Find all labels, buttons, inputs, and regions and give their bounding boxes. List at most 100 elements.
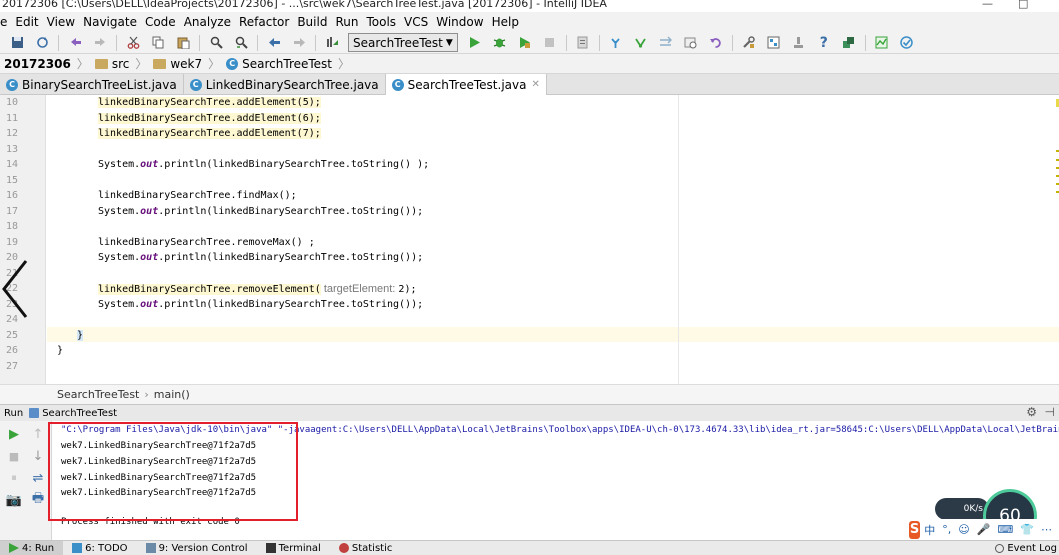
- redo-icon[interactable]: [91, 34, 109, 52]
- scroll-up-icon[interactable]: ↑: [30, 426, 46, 442]
- debug-icon[interactable]: [491, 34, 509, 52]
- dump-threads-icon[interactable]: 📷: [6, 492, 22, 508]
- soft-wrap-icon[interactable]: ⇌: [30, 470, 46, 486]
- tool-tab-statistic[interactable]: Statistic: [330, 541, 402, 555]
- menu-navigate[interactable]: Navigate: [79, 15, 141, 29]
- settings-icon[interactable]: [740, 34, 758, 52]
- menu-build[interactable]: Build: [293, 15, 331, 29]
- tool-tab-terminal[interactable]: Terminal: [257, 541, 330, 555]
- menu-refactor[interactable]: Refactor: [235, 15, 293, 29]
- print-icon[interactable]: 🖶: [30, 491, 46, 508]
- vcs-commit-icon[interactable]: [632, 34, 650, 52]
- stop-icon[interactable]: ■: [6, 448, 22, 464]
- save-icon[interactable]: [8, 34, 26, 52]
- breadcrumb-class[interactable]: SearchTreeTest: [57, 388, 139, 401]
- menu-window[interactable]: Window: [432, 15, 487, 29]
- structure-icon[interactable]: [765, 34, 783, 52]
- nav-file[interactable]: C SearchTreeTest: [222, 54, 336, 74]
- menu-edit[interactable]: Edit: [11, 15, 42, 29]
- code-line-17: System.out.println(linkedBinarySearchTre…: [98, 206, 423, 217]
- menu-vcs[interactable]: VCS: [400, 15, 432, 29]
- code-token: 2);: [398, 284, 417, 295]
- vcs-history-icon[interactable]: [682, 34, 700, 52]
- copy-icon[interactable]: [149, 34, 167, 52]
- run-panel-header: Run SearchTreeTest ⚙ ⊣: [0, 404, 1059, 421]
- run-icon[interactable]: [466, 34, 484, 52]
- scroll-down-icon[interactable]: ↓: [30, 448, 46, 464]
- menu-help[interactable]: Help: [488, 15, 523, 29]
- close-icon[interactable]: ✕: [531, 79, 539, 90]
- code-token: .println(linkedBinarySearchTree.toString…: [158, 206, 424, 217]
- code-line-12: linkedBinarySearchTree.addElement(7);: [98, 128, 321, 139]
- paste-icon[interactable]: [174, 34, 192, 52]
- parameter-hint: targetElement:: [320, 283, 399, 295]
- run-tab[interactable]: SearchTreeTest: [29, 408, 117, 419]
- menu-view[interactable]: View: [43, 15, 79, 29]
- tool-tab-todo[interactable]: 6: TODO: [63, 541, 136, 555]
- menu-code[interactable]: Code: [141, 15, 180, 29]
- rerun-icon[interactable]: ▶: [6, 426, 22, 442]
- code-editor[interactable]: 10 11 12 13 14 15 16 17 18 19 20 21 22 2…: [0, 95, 1059, 384]
- tab-binarysearchtreelist[interactable]: C BinarySearchTreeList.java: [0, 74, 184, 95]
- ime-chinese-mode[interactable]: 中: [924, 522, 935, 538]
- code-token: System.: [98, 252, 141, 263]
- gear-icon[interactable]: ⚙: [1026, 405, 1037, 419]
- code-token: .println(linkedBinarySearchTree.toString…: [158, 159, 430, 170]
- todo-icon: [72, 543, 83, 553]
- ime-punctuation[interactable]: °,: [942, 523, 951, 536]
- help-icon[interactable]: ?: [815, 34, 833, 52]
- cut-icon[interactable]: [124, 34, 142, 52]
- minimize-button[interactable]: —: [982, 0, 993, 10]
- code-line-25: }: [77, 330, 84, 341]
- tab-linkedbinarysearchtree[interactable]: C LinkedBinarySearchTree.java: [184, 74, 386, 95]
- forward-icon[interactable]: [290, 34, 308, 52]
- ime-skin-icon[interactable]: 👕: [1020, 523, 1034, 536]
- sogou-logo-icon[interactable]: S: [909, 520, 921, 539]
- menu-tools[interactable]: Tools: [362, 15, 400, 29]
- ime-toolbar: S 中 °, ☺ 🎤 ⌨ 👕 ⋯: [905, 519, 1059, 540]
- tab-label: BinarySearchTreeList.java: [22, 77, 177, 92]
- run-configuration-select[interactable]: SearchTreeTest ▼: [348, 33, 458, 52]
- ime-emoji-icon[interactable]: ☺: [958, 523, 969, 536]
- build-icon[interactable]: [323, 34, 341, 52]
- event-log-button[interactable]: Event Log: [995, 541, 1057, 555]
- vcs-update-icon[interactable]: [607, 34, 625, 52]
- find-icon[interactable]: [207, 34, 225, 52]
- hide-panel-icon[interactable]: ⊣: [1045, 405, 1055, 419]
- back-icon[interactable]: [265, 34, 283, 52]
- tab-searchtreetest[interactable]: C SearchTreeTest.java ✕: [385, 74, 547, 95]
- ime-more-icon[interactable]: ⋯: [1041, 523, 1052, 536]
- ime-keyboard-icon[interactable]: ⌨: [997, 523, 1013, 536]
- event-log-icon: [995, 544, 1005, 553]
- ime-microphone-icon[interactable]: 🎤: [977, 523, 991, 536]
- check-icon[interactable]: [898, 34, 916, 52]
- vcs-compare-icon[interactable]: [657, 34, 675, 52]
- maximize-button[interactable]: □: [1018, 0, 1028, 10]
- menu-analyze[interactable]: Analyze: [180, 15, 235, 29]
- network-speed-label: 0K/s: [963, 504, 983, 514]
- nav-src[interactable]: src: [91, 54, 134, 74]
- replace-icon[interactable]: [232, 34, 250, 52]
- menu-file[interactable]: e: [0, 15, 11, 29]
- chevron-down-icon: ▼: [445, 37, 453, 48]
- code-line-20: System.out.println(linkedBinarySearchTre…: [98, 252, 423, 263]
- nav-package[interactable]: wek7: [149, 54, 206, 74]
- tool-tab-version-control[interactable]: 9: Version Control: [137, 541, 257, 555]
- tool-tab-run[interactable]: 4: Run: [0, 540, 64, 555]
- vcs-revert-icon[interactable]: [707, 34, 725, 52]
- sdk-icon[interactable]: [790, 34, 808, 52]
- code-line-10: linkedBinarySearchTree.addElement(5);: [98, 97, 321, 108]
- project-structure-icon[interactable]: [574, 34, 592, 52]
- class-icon: C: [189, 78, 202, 91]
- coverage-icon[interactable]: [516, 34, 534, 52]
- breadcrumb-method[interactable]: main(): [154, 388, 190, 401]
- nav-project[interactable]: 20172306: [0, 54, 75, 74]
- sync-icon[interactable]: [33, 34, 51, 52]
- code-line-16: linkedBinarySearchTree.findMax();: [98, 190, 297, 201]
- jvm-icon[interactable]: [873, 34, 891, 52]
- pause-icon[interactable]: ⏸: [6, 470, 22, 486]
- plugin-icon[interactable]: [840, 34, 858, 52]
- stop-icon[interactable]: [541, 34, 559, 52]
- menu-run[interactable]: Run: [331, 15, 362, 29]
- undo-icon[interactable]: [66, 34, 84, 52]
